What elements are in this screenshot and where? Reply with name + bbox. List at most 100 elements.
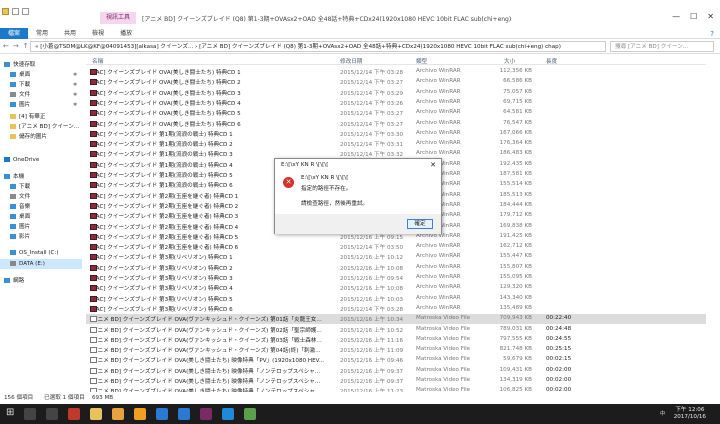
tab-view[interactable]: 檢視 [84,28,112,39]
pin-icon[interactable]: ✱ [73,80,77,90]
file-row[interactable]: [EAC] クイーンズブレイド 第3期(リベリオン) 特典CD 5 2015/12… [86,294,706,304]
sidebar-item[interactable]: 圖片 [0,222,30,232]
sidebar-item[interactable]: 影片 [0,232,30,242]
file-name: [アニメ BD] クイーンズブレイド OVA(ヴァンキッシュド・クイーンズ) 第… [90,346,321,354]
file-row[interactable]: [アニメ BD] クイーンズブレイド OVA(ヴァンキッシュド・クイーンズ) 第… [86,314,706,325]
sidebar-item[interactable]: OS_Install (C:) [0,248,59,258]
file-name: [EAC] クイーンズブレイド OVA(美しき闘士たち) 特典CD 4 [90,99,241,107]
file-row[interactable]: [EAC] クイーンズブレイド OVA(美しき闘士たち) 特典CD 4 2015/… [86,98,706,108]
sidebar-item[interactable]: 下載 ✱ [0,80,77,90]
search-icon[interactable] [24,408,36,420]
tab-file[interactable]: 檔案 [0,27,29,39]
chrome-icon[interactable] [112,408,124,420]
pin-icon[interactable]: ✱ [73,90,77,100]
sidebar-item[interactable]: 儲存的圖片 [0,132,47,142]
file-row[interactable]: [EAC] クイーンズブレイド OVA(美しき闘士たち) 特典CD 2 2015/… [86,77,706,87]
sidebar-item[interactable]: DATA (E:) [0,259,82,269]
file-name: [EAC] クイーンズブレイド 第2期(玉座を継ぐ者) 特典CD 4 [90,223,238,231]
file-row[interactable]: [EAC] クイーンズブレイド 第1期(流浪の戦士) 特典CD 1 2015/12… [86,129,706,139]
column-date-modified[interactable]: 修改日期 [340,57,362,65]
winrar-icon[interactable] [200,408,212,420]
sidebar-item[interactable]: 音樂 [0,202,30,212]
clock[interactable]: 下午 12:06 2017/10/16 [674,407,706,421]
file-length: 00:02:15 [546,356,572,363]
sidebar-item[interactable]: 本機 [0,172,24,182]
file-row[interactable]: [アニメ BD] クイーンズブレイド OVA(美しき闘士たち) 映像特典「ノンテ… [86,366,706,376]
sidebar-item-label: 圖片 [19,224,31,230]
sidebar-item[interactable]: 桌面 ✱ [0,70,77,80]
photos-icon[interactable] [156,408,168,420]
file-row[interactable]: [EAC] クイーンズブレイド 第3期(リベリオン) 特典CD 6 2015/12… [86,304,706,314]
file-row[interactable]: [EAC] クイーンズブレイド OVA(美しき闘士たち) 特典CD 5 2015/… [86,108,706,118]
file-size: 709,943 KB [499,315,532,322]
music-icon [10,204,16,209]
media-player-icon[interactable] [134,408,146,420]
up-arrow-icon[interactable]: ↑ [23,42,29,50]
sidebar-item[interactable]: 桌面 [0,212,30,222]
file-size: 176,364 KB [499,140,532,147]
file-row[interactable]: [EAC] クイーンズブレイド 第3期(リベリオン) 特典CD 3 2015/12… [86,273,706,283]
tab-share[interactable]: 共用 [56,28,84,39]
input-language[interactable]: 中 [660,410,665,417]
column-name[interactable]: 名稱 [92,57,103,65]
sidebar-item[interactable]: 下載 [0,182,30,192]
tab-home[interactable]: 常用 [28,28,56,39]
store-icon[interactable] [68,408,80,420]
sidebar-item[interactable]: [アニメ BD] クイーン... [0,122,79,132]
forward-arrow-icon[interactable]: → [13,42,19,50]
sidebar-item[interactable]: 圖片 ✱ [0,100,77,110]
folder-icon [10,134,16,139]
pin-icon[interactable]: ✱ [73,100,77,110]
file-explorer-icon[interactable] [90,408,102,420]
edge-icon[interactable] [222,408,234,420]
column-size[interactable]: 大小 [504,57,515,65]
app-icon[interactable] [244,408,256,420]
close-button[interactable]: ✕ [707,12,714,21]
file-row[interactable]: [EAC] クイーンズブレイド 第3期(リベリオン) 特典CD 4 2015/12… [86,283,706,293]
file-row[interactable]: [アニメ BD] クイーンズブレイド OVA(ヴァンキッシュド・クイーンズ) 第… [86,325,706,335]
pin-icon[interactable]: ✱ [73,70,77,80]
file-row[interactable]: [アニメ BD] クイーンズブレイド OVA(ヴァンキッシュド・クイーンズ) 第… [86,345,706,355]
winrar-archive-icon [90,110,97,117]
mail-icon[interactable] [178,408,190,420]
sidebar-item[interactable]: OneDrive [0,155,39,165]
error-icon: ✕ [283,177,294,188]
file-row[interactable]: [アニメ BD] クイーンズブレイド OVA(美しき闘士たち) 映像特典「PV」… [86,355,706,365]
file-row[interactable]: [EAC] クイーンズブレイド 第3期(リベリオン) 特典CD 1 2015/12… [86,252,706,262]
file-name: [EAC] クイーンズブレイド 第1期(流浪の戦士) 特典CD 1 [90,130,233,138]
file-size: 155,447 KB [499,253,532,260]
file-row[interactable]: [EAC] クイーンズブレイド 第1期(流浪の戦士) 特典CD 2 2015/12… [86,139,706,149]
task-view-icon[interactable] [46,408,58,420]
properties-icon[interactable] [12,8,19,15]
contextual-tab-video-tools[interactable]: 視訊工具 [100,12,136,24]
file-row[interactable]: [EAC] クイーンズブレイド OVA(美しき闘士たち) 特典CD 6 2015/… [86,119,706,129]
sidebar-item[interactable]: 網路 [0,276,24,286]
address-bar[interactable]: « [小蒼@TSDM@LK@KF@04091453][alkasa] クイーンズ… [30,41,606,52]
dialog-close-button[interactable]: ✕ [430,161,436,169]
file-row[interactable]: [アニメ BD] クイーンズブレイド OVA(ヴァンキッシュド・クイーンズ) 第… [86,335,706,345]
file-row[interactable]: [EAC] クイーンズブレイド OVA(美しき闘士たち) 特典CD 1 2015/… [86,67,706,77]
help-icon[interactable]: ? [710,30,714,38]
tab-play[interactable]: 播放 [112,28,140,39]
back-arrow-icon[interactable]: ← [3,42,9,50]
search-input[interactable]: 搜尋 [アニメ BD] クイーン... [610,41,714,52]
minimize-button[interactable]: — [672,12,680,21]
file-type: Archivo WinRAR [416,274,461,280]
file-row[interactable]: [EAC] クイーンズブレイド 第3期(リベリオン) 特典CD 2 2015/12… [86,263,706,273]
sidebar-item[interactable]: 快速存取 [0,60,35,70]
file-name-text: [EAC] クイーンズブレイド 第2期(玉座を継ぐ者) 特典CD 6 [90,245,239,252]
new-folder-icon[interactable] [22,8,29,15]
start-button[interactable]: ⊞ [6,407,14,418]
ok-button[interactable]: 確定 [407,219,433,229]
file-row[interactable]: [EAC] クイーンズブレイド 第2期(玉座を継ぐ者) 特典CD 6 2015/1… [86,242,706,252]
maximize-button[interactable]: ☐ [690,12,697,21]
file-size: 143,340 KB [499,294,532,301]
file-name: [アニメ BD] クイーンズブレイド OVA(美しき闘士たち) 映像特典「ノンテ… [90,367,320,375]
file-row[interactable]: [アニメ BD] クイーンズブレイド OVA(美しき闘士たち) 映像特典「ノンテ… [86,376,706,386]
file-row[interactable]: [EAC] クイーンズブレイド OVA(美しき闘士たち) 特典CD 3 2015/… [86,88,706,98]
sidebar-item[interactable]: [4] 有華正 [0,112,45,122]
sidebar-item[interactable]: 文件 ✱ [0,90,77,100]
column-length[interactable]: 長度 [546,57,557,65]
sidebar-item[interactable]: 文件 [0,192,30,202]
column-type[interactable]: 類型 [416,57,427,65]
